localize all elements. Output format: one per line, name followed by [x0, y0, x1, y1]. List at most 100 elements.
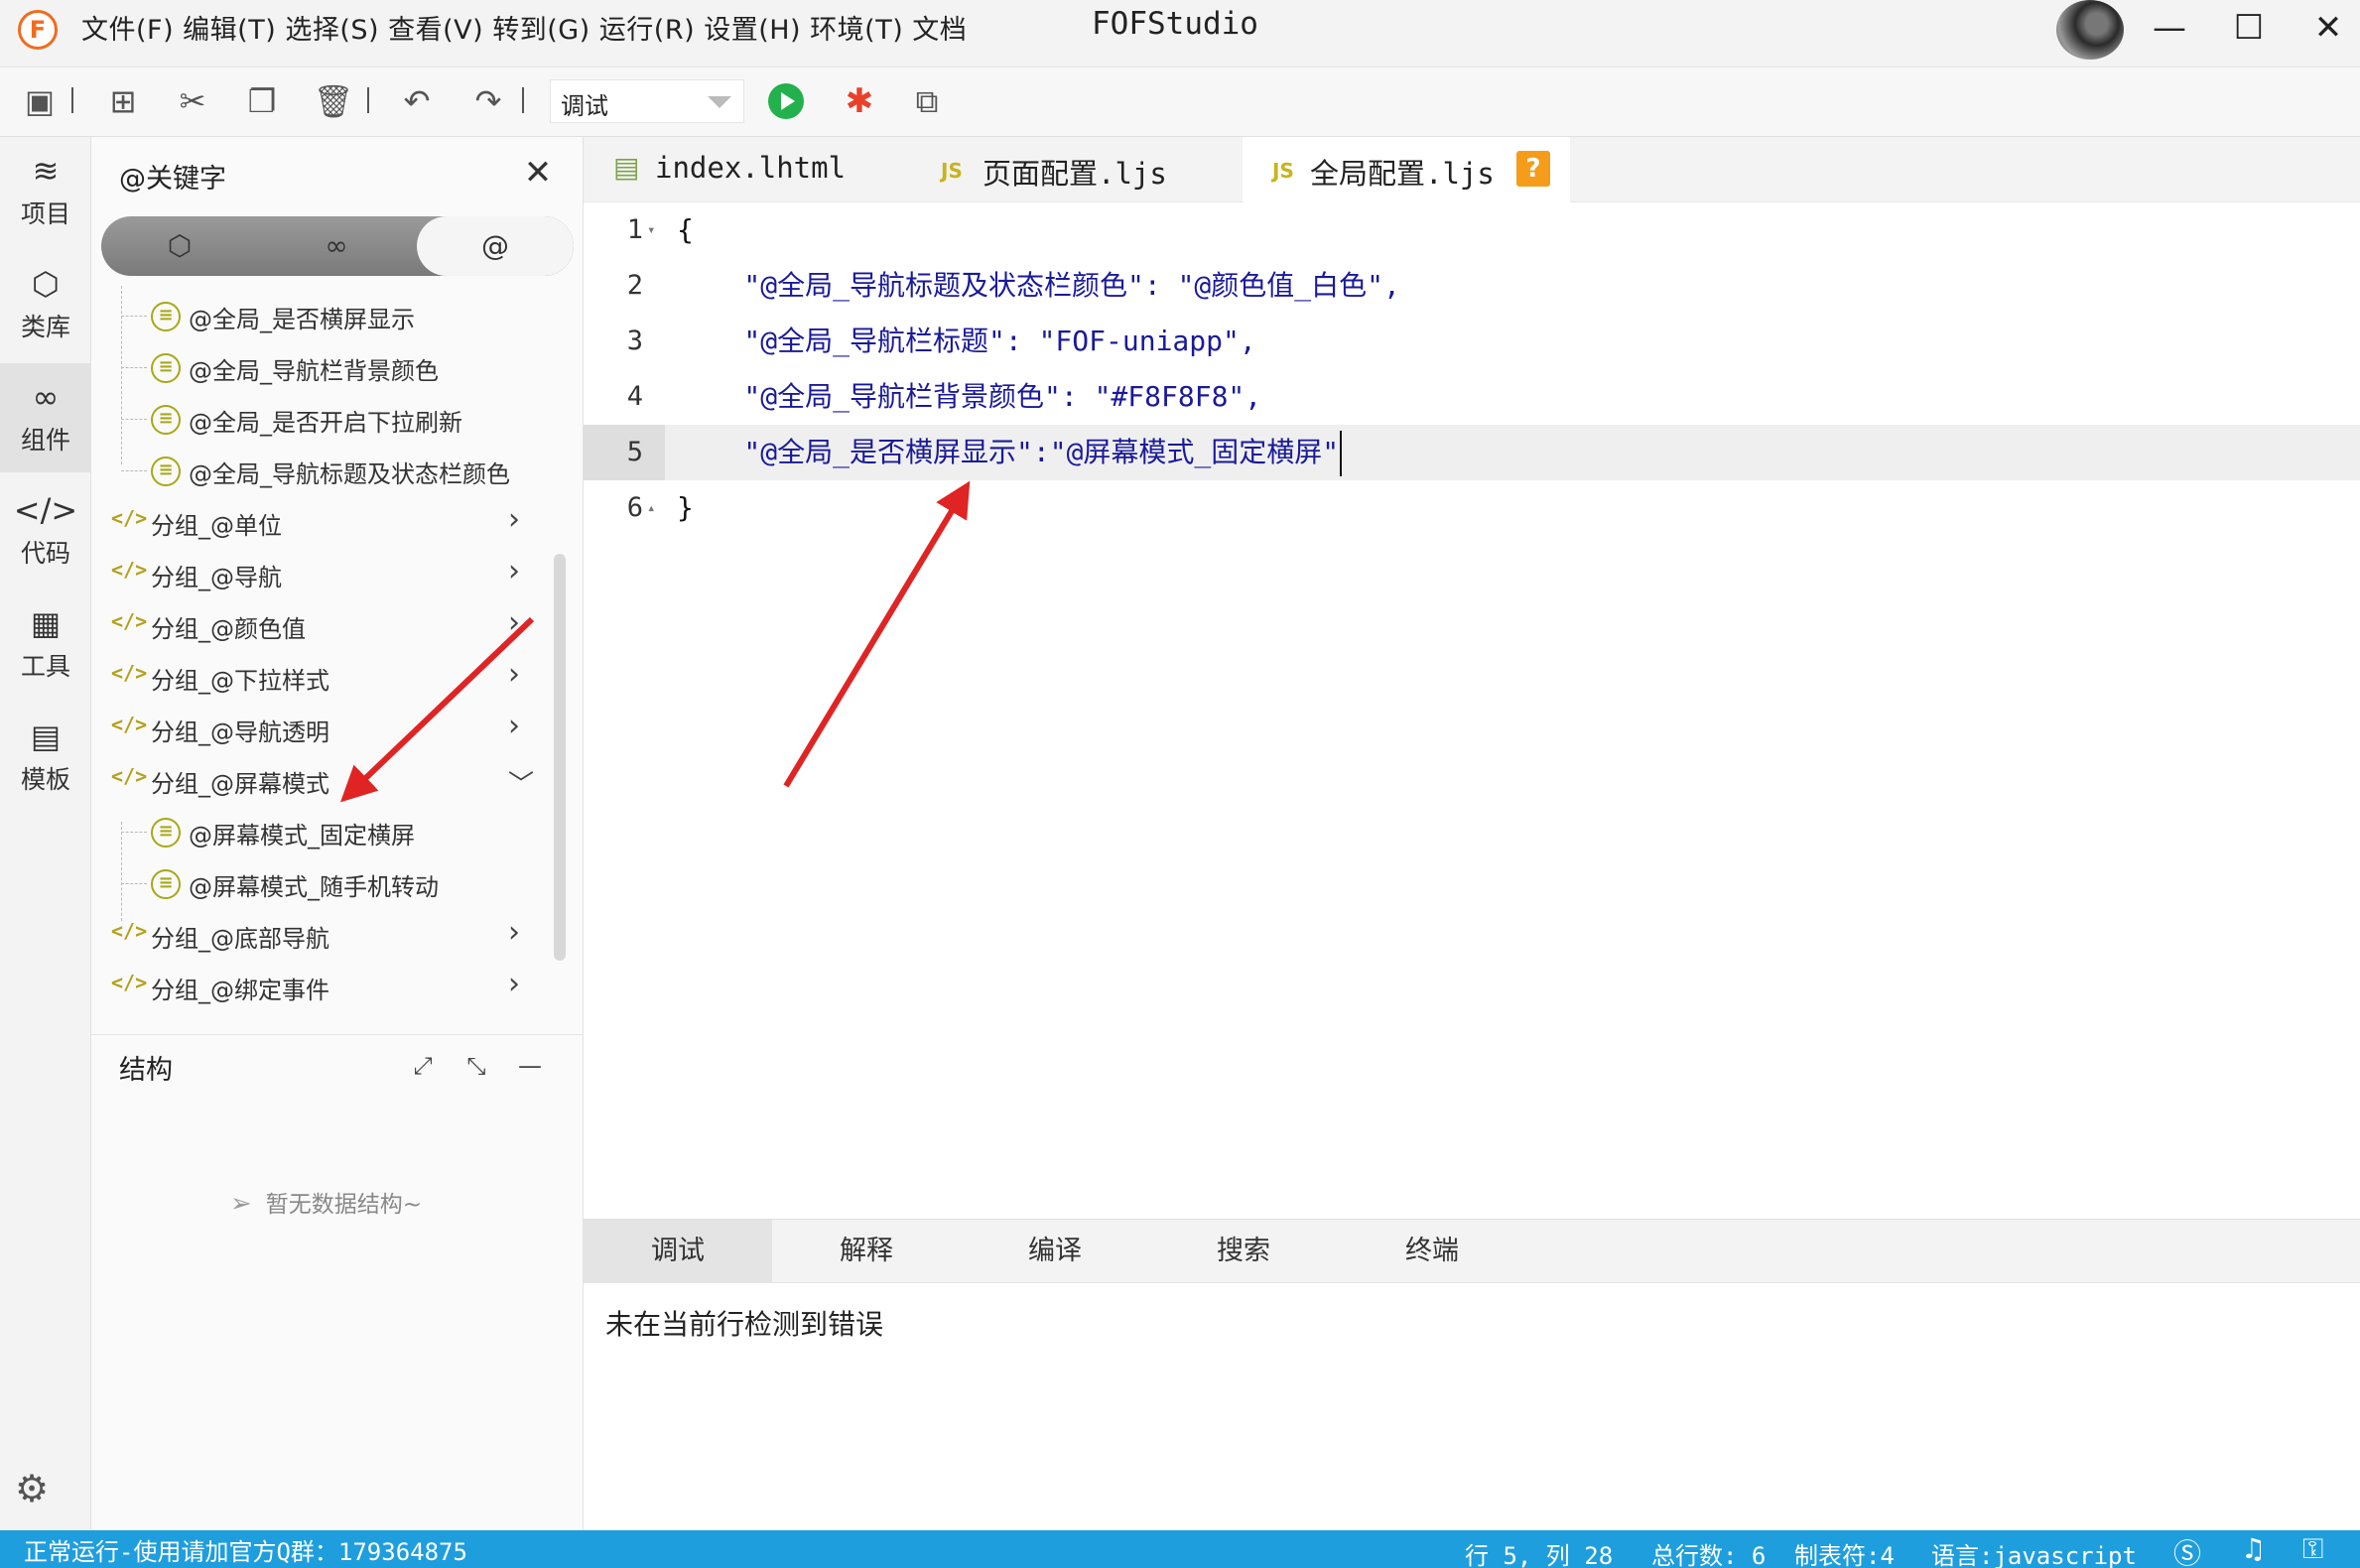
gear-icon[interactable]: ⚙ — [10, 1467, 54, 1510]
tree-item[interactable]: ≡ @屏幕模式_随手机转动 — [91, 857, 548, 909]
bell-icon[interactable]: ♫ — [2241, 1532, 2266, 1565]
debug-icon[interactable]: ✱ — [838, 79, 881, 123]
tree-group-label: 分组_@单位 — [151, 512, 282, 540]
activity-label: 项目 — [20, 199, 70, 228]
unlock-icon[interactable]: ⚿ — [2302, 1532, 2323, 1566]
tree-item[interactable]: ≡ @全局_导航栏背景颜色 — [91, 341, 548, 393]
close-window-icon[interactable]: ✕ — [2300, 4, 2356, 52]
chevron-right-icon[interactable]: › — [508, 915, 520, 950]
expand-icon[interactable]: ⤢ — [405, 1048, 441, 1084]
code-group-icon: </> — [111, 506, 148, 530]
keyword-segment-control: ⬡ ∞ @ — [101, 216, 574, 276]
help-badge[interactable]: ? — [1516, 151, 1550, 187]
chevron-right-icon[interactable]: › — [508, 709, 520, 743]
activity-item-templates[interactable]: ▤ 模板 — [0, 703, 91, 812]
activity-item-project[interactable]: ≋ 项目 — [0, 137, 91, 246]
tree-item[interactable]: ≡ @屏幕模式_固定横屏 — [91, 806, 548, 857]
user-avatar[interactable] — [2056, 0, 2124, 60]
tree-guide — [121, 470, 147, 471]
chevron-right-icon[interactable]: › — [508, 554, 520, 588]
status-cursor-position[interactable]: 行 5, 列 28 — [1465, 1536, 1613, 1568]
tree-group[interactable]: </> 分组_@绑定事件 › — [91, 961, 548, 1012]
chevron-right-icon[interactable]: › — [508, 657, 520, 692]
tab-explain[interactable]: 解释 — [772, 1220, 961, 1283]
tab-compile[interactable]: 编译 — [961, 1220, 1149, 1283]
tree-item[interactable]: ≡ @全局_是否开启下拉刷新 — [91, 393, 548, 445]
tab-search[interactable]: 搜索 — [1149, 1220, 1338, 1283]
tree-group[interactable]: </> 分组_@颜色值 › — [91, 599, 548, 651]
tab-label: index.lhtml — [655, 151, 847, 185]
menu-bar[interactable]: 文件(F) 编辑(T) 选择(S) 查看(V) 转到(G) 运行(R) 设置(H… — [81, 8, 967, 47]
grid-icon: ▦ — [30, 604, 62, 642]
keyword-icon: ≡ — [151, 353, 181, 383]
tree-item-label: @全局_导航标题及状态栏颜色 — [189, 460, 510, 488]
code-group-icon: </> — [111, 764, 148, 788]
redo-icon[interactable]: ↷ — [466, 79, 510, 123]
save-icon[interactable]: ▣ — [18, 79, 62, 123]
chevron-right-icon[interactable]: › — [508, 605, 520, 640]
tree-group[interactable]: </> 分组_@下拉样式 › — [91, 651, 548, 703]
run-target-value: 调试 — [561, 92, 608, 120]
tree-guide — [121, 316, 147, 317]
tab-index-lhtml[interactable]: ▤ index.lhtml — [584, 137, 911, 202]
code-area[interactable]: 1 ▾ { 2 "@全局_导航标题及状态栏颜色": "@颜色值_白色", 3 "… — [584, 202, 2360, 1215]
segment-link-icon[interactable]: ∞ — [258, 216, 415, 276]
line-number: 3 — [626, 326, 643, 356]
undo-icon[interactable]: ↶ — [395, 79, 439, 123]
tree-group-label: 分组_@底部导航 — [151, 925, 329, 953]
tree-group-label: 分组_@屏幕模式 — [151, 770, 329, 798]
tree-group-label: 分组_@导航 — [151, 564, 282, 591]
tree-group-label: 分组_@下拉样式 — [151, 667, 329, 695]
status-language[interactable]: 语言:javascript — [1931, 1536, 2137, 1568]
tree-scrollbar[interactable] — [554, 554, 566, 961]
chevron-right-icon[interactable]: › — [508, 502, 520, 537]
tree-group[interactable]: </> 分组_@导航透明 › — [91, 703, 548, 754]
code-group-icon: </> — [111, 713, 148, 736]
copy-icon[interactable]: ❐ — [240, 79, 284, 123]
activity-item-tools[interactable]: ▦ 工具 — [0, 589, 91, 699]
cube-icon: ⬡ — [32, 265, 60, 303]
html-file-icon: ▤ — [613, 151, 640, 184]
new-file-icon[interactable]: ⊞ — [101, 79, 145, 123]
activity-item-code[interactable]: </> 代码 — [0, 476, 91, 586]
tab-debug[interactable]: 调试 — [584, 1220, 772, 1283]
fold-toggle-icon[interactable]: ▴ — [647, 480, 655, 536]
window-title: FOFStudio — [1092, 6, 1258, 42]
maximize-icon[interactable]: ☐ — [2221, 4, 2277, 52]
chevron-down-icon[interactable]: ﹀ — [508, 764, 534, 801]
tree-item[interactable]: ≡ @全局_导航标题及状态栏颜色 — [91, 445, 548, 496]
panel-title: @关键字 — [119, 164, 226, 195]
keyword-icon: ≡ — [151, 869, 181, 899]
dollar-icon[interactable]: Ⓢ — [2173, 1532, 2201, 1568]
close-icon[interactable]: ✕ — [518, 153, 558, 193]
tab-page-config[interactable]: JS 页面配置.ljs — [911, 137, 1233, 202]
tree-item-label: @全局_是否横屏显示 — [189, 306, 415, 333]
chevron-right-icon[interactable]: › — [508, 967, 520, 1001]
preview-icon[interactable]: ⧉ — [905, 79, 949, 123]
tree-group[interactable]: </> 分组_@单位 › — [91, 496, 548, 548]
output-message: 未在当前行检测到错误 — [605, 1308, 884, 1341]
status-tab-size[interactable]: 制表符:4 — [1794, 1536, 1895, 1568]
code-line-current: 5 "@全局_是否横屏显示":"@屏幕模式_固定横屏" — [584, 425, 2360, 480]
segment-cube-icon[interactable]: ⬡ — [101, 216, 258, 276]
run-target-select[interactable]: 调试 — [550, 79, 744, 123]
segment-at-icon[interactable]: @ — [417, 216, 574, 276]
tab-terminal[interactable]: 终端 — [1338, 1220, 1526, 1283]
tree-item[interactable]: ≡ @全局_是否横屏显示 — [91, 290, 548, 341]
collapse-icon[interactable]: ⤡ — [459, 1048, 494, 1084]
activity-item-components[interactable]: ∞ 组件 — [0, 363, 91, 472]
run-icon[interactable] — [768, 83, 804, 119]
minimize-panel-icon[interactable]: — — [512, 1048, 548, 1084]
tree-group[interactable]: </> 分组_@导航 › — [91, 548, 548, 599]
app-logo-icon: F — [18, 10, 58, 50]
tree-group[interactable]: </> 分组_@底部导航 › — [91, 909, 548, 961]
code-group-icon: </> — [111, 661, 148, 685]
structure-title: 结构 — [119, 1055, 173, 1086]
fold-toggle-icon[interactable]: ▾ — [647, 202, 655, 258]
activity-item-library[interactable]: ⬡ 类库 — [0, 250, 91, 359]
tree-group[interactable]: </> 分组_@屏幕模式 ﹀ — [91, 754, 548, 806]
cut-icon[interactable]: ✂ — [171, 79, 214, 123]
minimize-icon[interactable]: — — [2142, 4, 2197, 52]
layers-icon: ≋ — [32, 152, 60, 190]
delete-icon[interactable]: 🗑 — [312, 79, 355, 123]
